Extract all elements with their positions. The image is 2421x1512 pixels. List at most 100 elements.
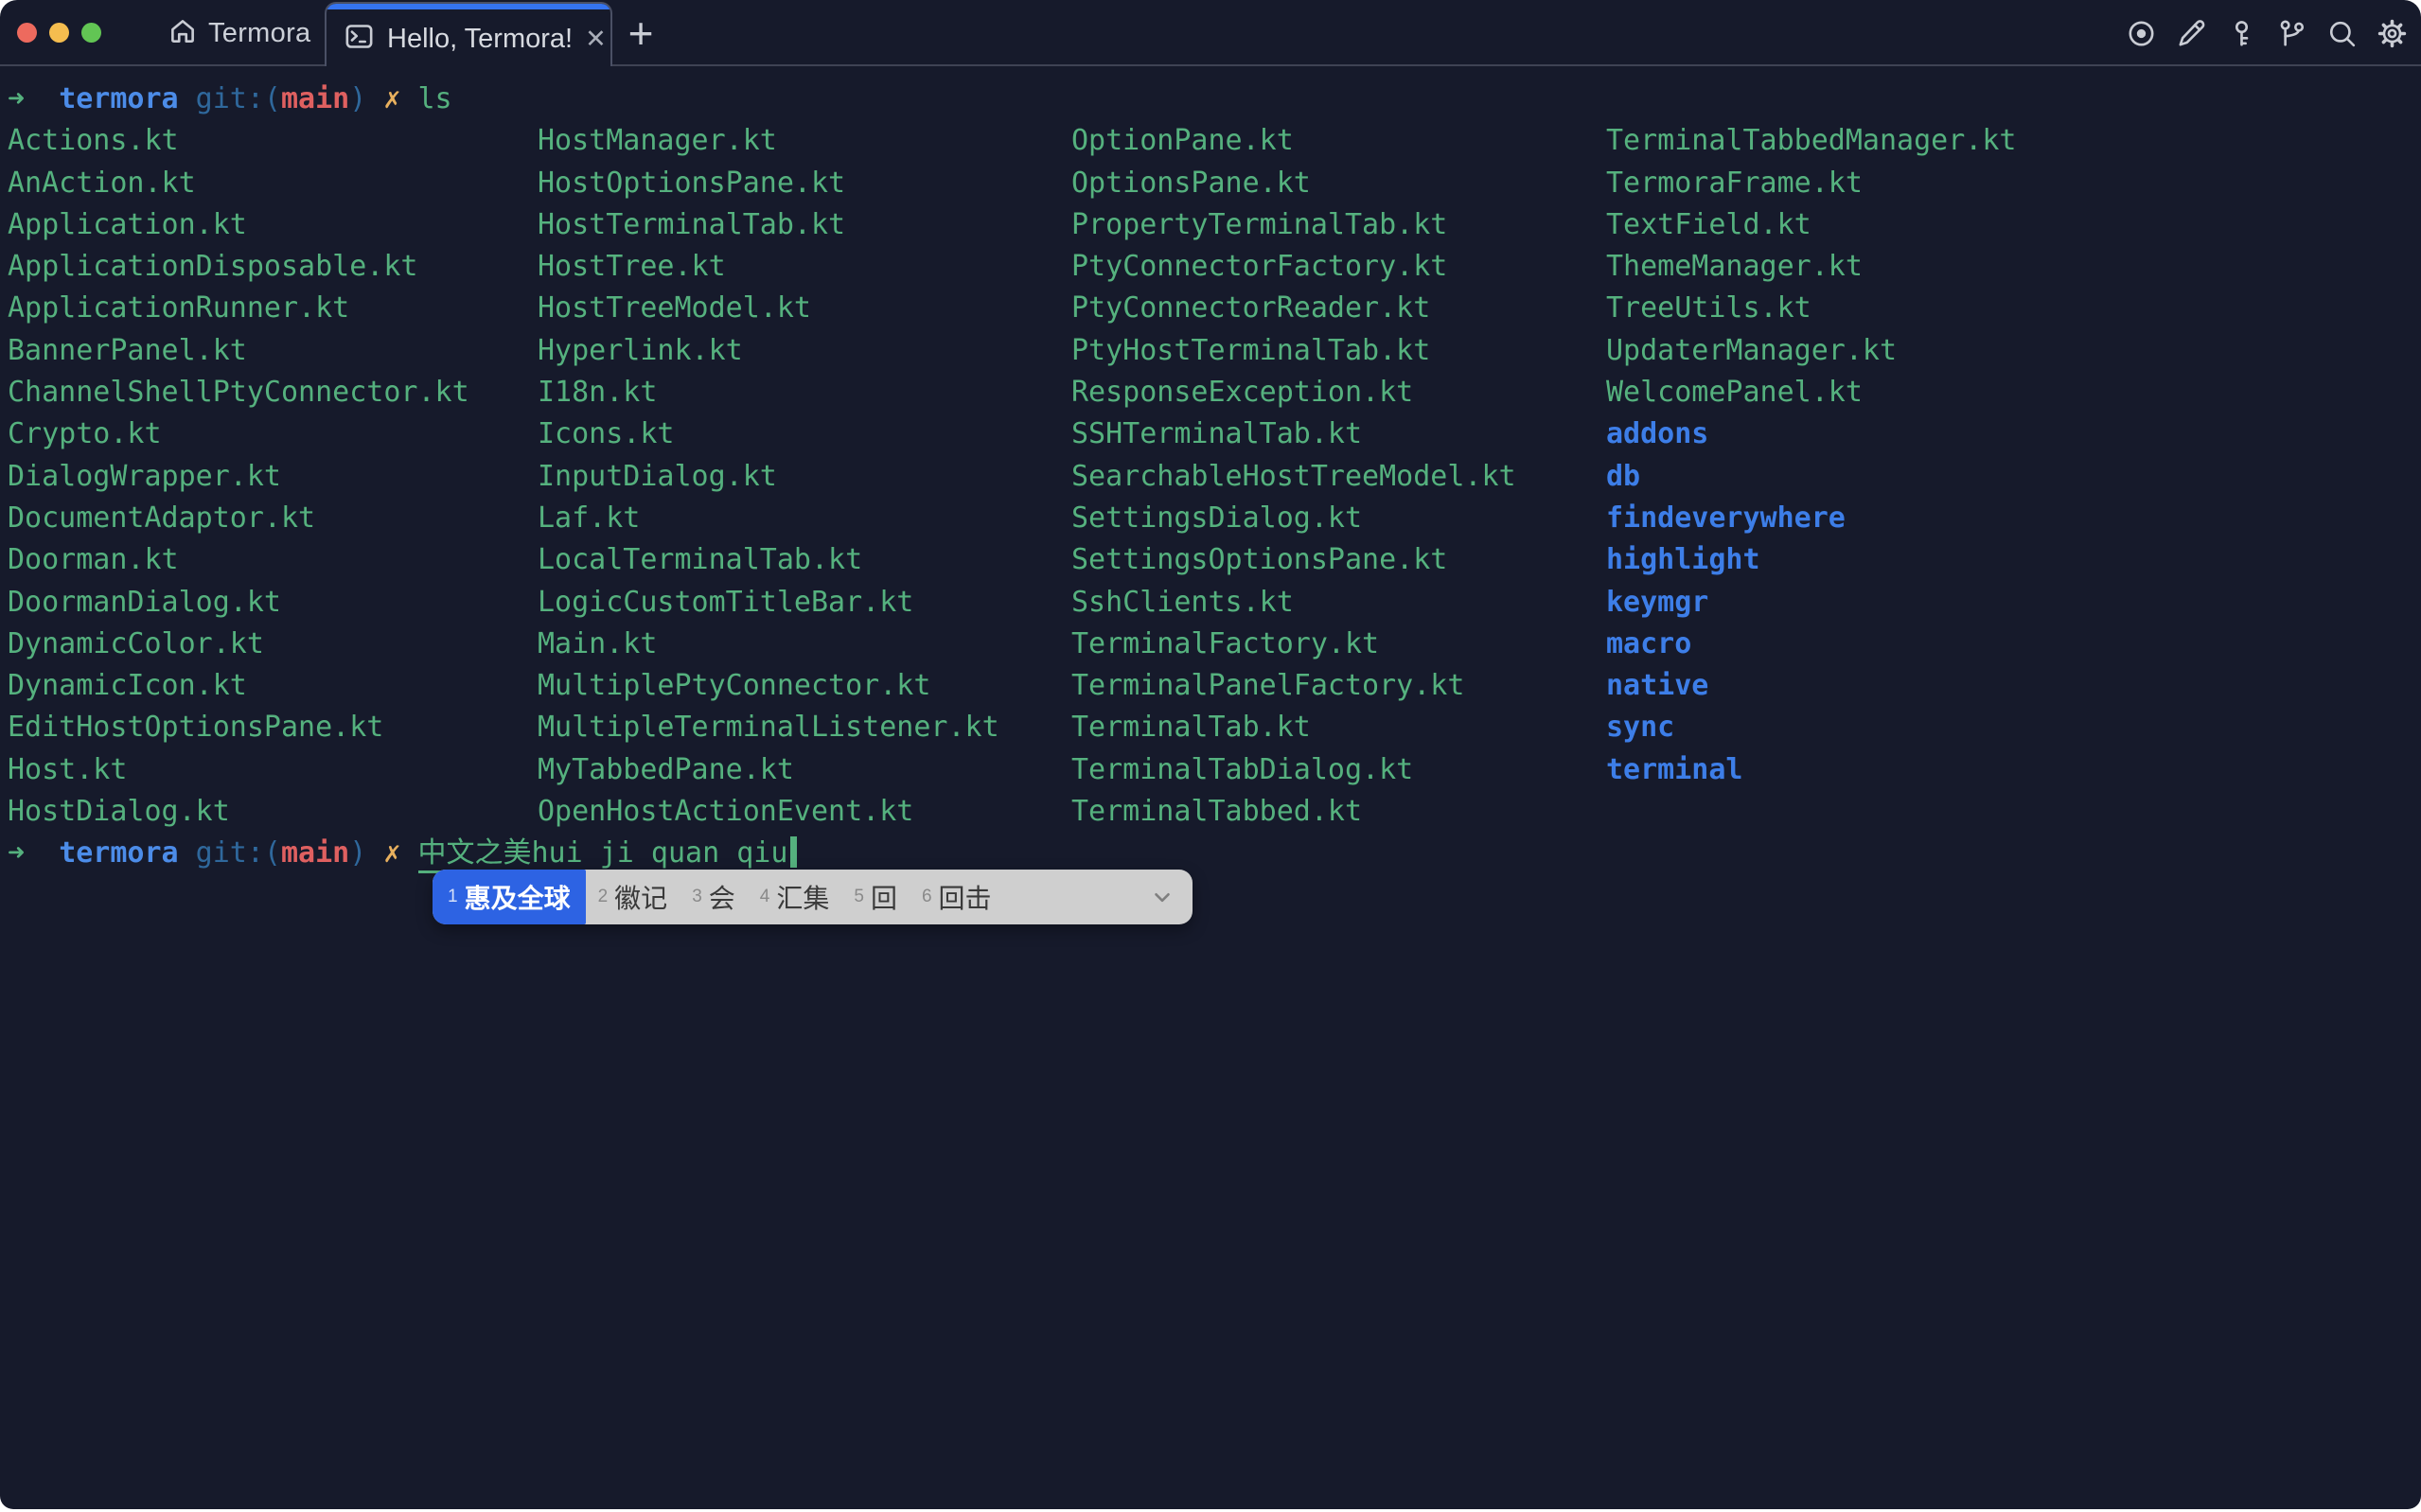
ls-file: SettingsDialog.kt — [1071, 498, 1516, 539]
ime-candidate[interactable]: 5回 — [841, 870, 910, 924]
ime-candidate-text: 回击 — [939, 878, 992, 916]
ls-output-grid: Actions.ktAnAction.ktApplication.kt Appli… — [8, 120, 2421, 833]
ls-file: TerminalTabbed.kt — [1071, 791, 1516, 833]
ls-file: BannerPanel.kt — [8, 330, 469, 372]
ime-candidate-selected[interactable]: 1惠及全球 — [433, 870, 586, 924]
prompt-git-branch: main — [281, 82, 349, 115]
ime-candidate[interactable]: 6回击 — [910, 870, 1004, 924]
ime-candidate-text: 汇集 — [776, 878, 829, 916]
ls-file: SSHTerminalTab.kt — [1071, 413, 1516, 455]
ls-file: OpenHostActionEvent.kt — [538, 791, 999, 833]
prompt-dirty-mark: ✗ — [366, 836, 417, 870]
terminal-icon — [344, 21, 375, 57]
tab-hello-termora[interactable]: Hello, Termora! ✕ — [325, 2, 612, 66]
record-icon[interactable] — [2126, 18, 2157, 49]
ime-candidate-index: 4 — [760, 887, 770, 907]
ls-file: OptionPane.kt — [1071, 120, 1516, 162]
traffic-minimize-button[interactable] — [49, 23, 69, 43]
terminal-screen[interactable]: ➜ termora git:(main) ✗ ls Actions.ktAnAc… — [0, 66, 2421, 1509]
ls-column-1: Actions.ktAnAction.ktApplication.kt Appli… — [8, 120, 469, 833]
ls-directory: keymgr — [1606, 582, 2016, 624]
ls-file: DoormanDialog.kt — [8, 582, 469, 624]
ime-candidate-index: 2 — [598, 887, 609, 907]
key-icon[interactable] — [2226, 18, 2257, 49]
ls-file: HostDialog.kt — [8, 791, 469, 833]
ls-file: ThemeManager.kt — [1606, 246, 2016, 288]
ls-file: Hyperlink.kt — [538, 330, 999, 372]
ls-file: MultiplePtyConnector.kt — [538, 665, 999, 707]
tab-close-icon[interactable]: ✕ — [585, 26, 607, 52]
ls-file: WelcomePanel.kt — [1606, 372, 2016, 413]
ls-file: SettingsOptionsPane.kt — [1071, 539, 1516, 581]
prompt-git-suffix: ) — [349, 836, 366, 870]
ls-file: HostTreeModel.kt — [538, 288, 999, 329]
ime-candidate-text: 徽记 — [614, 878, 667, 916]
ls-directory: native — [1606, 665, 2016, 707]
ls-file: Actions.kt — [8, 120, 469, 162]
ls-directory: findeverywhere — [1606, 498, 2016, 539]
ime-candidate-index: 3 — [692, 887, 702, 907]
ls-column-3: OptionPane.ktOptionsPane.ktPropertyTermi… — [1071, 120, 1516, 833]
ls-file: MyTabbedPane.kt — [538, 749, 999, 791]
ls-file: DocumentAdaptor.kt — [8, 498, 469, 539]
ime-candidate[interactable]: 3会 — [680, 870, 748, 924]
ls-file: LocalTerminalTab.kt — [538, 539, 999, 581]
traffic-close-button[interactable] — [17, 23, 37, 43]
toolbar — [2126, 0, 2412, 66]
ls-file: TextField.kt — [1606, 204, 2016, 246]
ls-file: InputDialog.kt — [538, 456, 999, 498]
ime-candidate[interactable]: 4 汇集 — [748, 870, 842, 924]
command-text: ls — [418, 82, 452, 115]
prompt-git-prefix: git:( — [179, 836, 281, 870]
ls-file: TerminalFactory.kt — [1071, 624, 1516, 665]
ls-file: TreeUtils.kt — [1606, 288, 2016, 329]
terminal-cursor — [790, 836, 797, 868]
prompt-line-ls: ➜ termora git:(main) ✗ ls — [8, 79, 2421, 120]
ls-file: ResponseException.kt — [1071, 372, 1516, 413]
ime-candidate-text: 回 — [871, 878, 897, 916]
git-branch-icon[interactable] — [2276, 18, 2307, 49]
ime-candidate-text: 会 — [709, 878, 735, 916]
home-tab[interactable]: Termora — [168, 0, 310, 66]
ls-file: Crypto.kt — [8, 413, 469, 455]
prompt-cwd: termora — [59, 82, 178, 115]
ime-candidate-index: 5 — [854, 887, 864, 907]
ls-file: LogicCustomTitleBar.kt — [538, 582, 999, 624]
prompt-cwd: termora — [59, 836, 178, 870]
prompt-dirty-mark: ✗ — [366, 82, 417, 115]
prompt-arrow: ➜ — [8, 82, 59, 115]
ls-column-4: TerminalTabbedManager.ktTermoraFrame.ktT… — [1606, 120, 2016, 791]
ime-candidate-bar: 1惠及全球2徽记3会4汇集5回6回击 — [433, 870, 1193, 924]
ls-file: TerminalTab.kt — [1071, 707, 1516, 748]
ls-file: TerminalTabbedManager.kt — [1606, 120, 2016, 162]
ls-file: EditHostOptionsPane.kt — [8, 707, 469, 748]
settings-icon[interactable] — [2377, 18, 2408, 49]
ls-file: I18n.kt — [538, 372, 999, 413]
ls-file: TerminalTabDialog.kt — [1071, 749, 1516, 791]
traffic-zoom-button[interactable] — [81, 23, 101, 43]
ls-file: ApplicationRunner.kt — [8, 288, 469, 329]
ls-file: PropertyTerminalTab.kt — [1071, 204, 1516, 246]
tab-title: Hello, Termora! — [387, 24, 573, 55]
search-icon[interactable] — [2326, 18, 2358, 49]
ls-file: PtyHostTerminalTab.kt — [1071, 330, 1516, 372]
new-tab-button[interactable]: + — [619, 0, 663, 66]
chevron-down-icon[interactable] — [1145, 870, 1179, 924]
ls-file: Application.kt — [8, 204, 469, 246]
ls-file: UpdaterManager.kt — [1606, 330, 2016, 372]
ls-file: Main.kt — [538, 624, 999, 665]
ls-file: ChannelShellPtyConnector.kt — [8, 372, 469, 413]
edit-icon[interactable] — [2176, 18, 2207, 49]
ls-directory: terminal — [1606, 749, 2016, 791]
app-label: Termora — [208, 18, 310, 49]
ls-file: PtyConnectorFactory.kt — [1071, 246, 1516, 288]
ls-directory: highlight — [1606, 539, 2016, 581]
ime-candidate[interactable]: 2徽记 — [586, 870, 680, 924]
ls-file: AnAction.kt — [8, 163, 469, 204]
ls-file: TermoraFrame.kt — [1606, 163, 2016, 204]
termora-window: Termora Hello, Termora! ✕ + — [0, 0, 2421, 1509]
prompt-git-suffix: ) — [349, 82, 366, 115]
ls-file: MultipleTerminalListener.kt — [538, 707, 999, 748]
home-icon — [168, 17, 197, 50]
ls-file: HostOptionsPane.kt — [538, 163, 999, 204]
